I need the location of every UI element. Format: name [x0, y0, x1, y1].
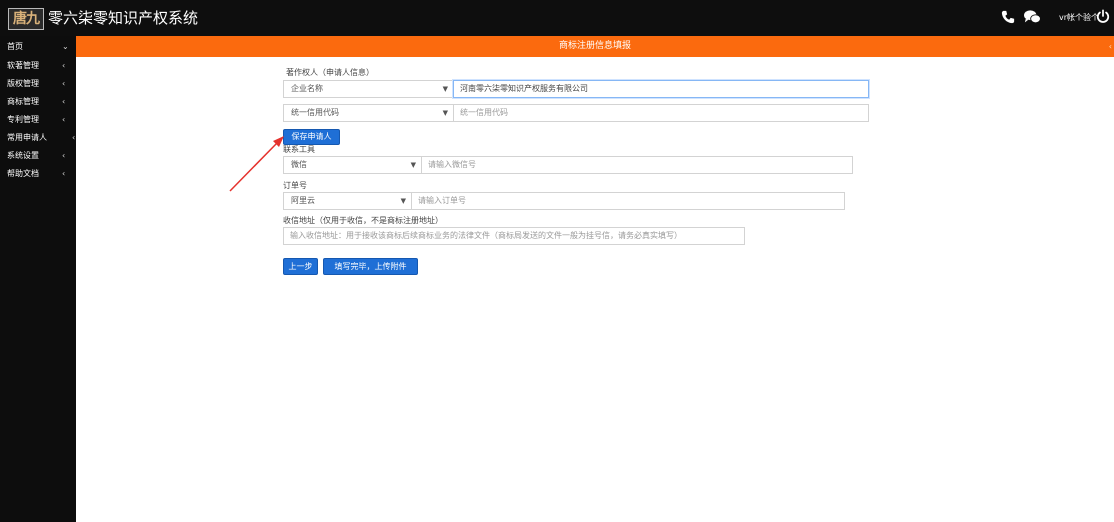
sidebar-item-copyright[interactable]: 版权管理 ‹ — [0, 75, 76, 93]
collapse-edge-icon: ‹ — [1108, 42, 1112, 51]
sidebar-item-label: 系统设置 — [7, 151, 39, 160]
chevron-left-icon: ‹ — [62, 97, 66, 106]
company-name-input[interactable]: 河南零六柒零知识产权服务有限公司 — [453, 80, 869, 98]
sidebar-item-settings[interactable]: 系统设置 ‹ — [0, 147, 76, 165]
app-title: 零六柒零知识产权系统 — [48, 9, 199, 27]
power-icon[interactable] — [1096, 9, 1110, 23]
sidebar-item-home[interactable]: 首页 ⌄ — [0, 36, 76, 57]
chevron-down-icon: ▼ — [442, 85, 448, 93]
app-logo: 唐九 — [8, 8, 44, 30]
chevron-down-icon: ▼ — [410, 161, 416, 169]
user-menu[interactable]: vr帐个验个 — [1059, 12, 1099, 24]
save-applicant-button[interactable]: 保存申请人 — [283, 129, 340, 145]
submit-upload-button[interactable]: 填写完毕，上传附件 — [323, 258, 418, 275]
sidebar-item-label: 软著管理 — [7, 61, 39, 70]
sidebar-item-software-copyright[interactable]: 软著管理 ‹ — [0, 57, 76, 75]
chat-icon[interactable] — [1023, 9, 1041, 25]
sidebar-item-patent[interactable]: 专利管理 ‹ — [0, 111, 76, 129]
chevron-left-icon: ‹ — [62, 151, 66, 160]
order-type-select[interactable]: 阿里云 ▼ — [283, 192, 413, 210]
sidebar-item-label: 帮助文档 — [7, 169, 39, 178]
sidebar-item-label: 商标管理 — [7, 97, 39, 106]
credit-type-select[interactable]: 统一信用代码 ▼ — [283, 104, 455, 122]
chevron-down-icon: ⌄ — [62, 42, 69, 51]
chevron-left-icon: ‹ — [62, 115, 66, 124]
address-input[interactable]: 输入收信地址：用于接收该商标后续商标业务的法律文件（商标局发送的文件一般为挂号信… — [283, 227, 745, 245]
sidebar: 首页 ⌄ 软著管理 ‹ 版权管理 ‹ 商标管理 ‹ 专利管理 ‹ 常用申请人 ‹ 系统设置 ‹… — [0, 36, 76, 522]
address-label: 收信地址（仅用于收信，不是商标注册地址） — [283, 216, 443, 225]
chevron-left-icon: ‹ — [72, 133, 76, 142]
order-label: 订单号 — [283, 181, 307, 190]
chevron-left-icon: ‹ — [62, 61, 66, 70]
page-title-bar: 商标注册信息填报 ‹ — [76, 36, 1114, 57]
sidebar-item-label: 专利管理 — [7, 115, 39, 124]
contact-type-select[interactable]: 微信 ▼ — [283, 156, 423, 174]
order-number-input[interactable]: 请输入订单号 — [411, 192, 845, 210]
main-content: 商标注册信息填报 ‹ 著作权人（申请人信息） 企业名称 ▼ 河南零六柒零知识产权… — [76, 36, 1114, 522]
top-bar: 唐九 零六柒零知识产权系统 vr帐个验个 — [0, 0, 1114, 36]
chevron-left-icon: ‹ — [62, 169, 66, 178]
sidebar-item-label: 版权管理 — [7, 79, 39, 88]
chevron-down-icon: ▼ — [442, 109, 448, 117]
contact-input[interactable]: 请输入微信号 — [421, 156, 853, 174]
phone-icon[interactable] — [1001, 10, 1015, 24]
sidebar-item-label: 首页 — [7, 42, 23, 51]
select-value: 统一信用代码 — [291, 108, 339, 117]
author-label: 著作权人（申请人信息） — [286, 68, 374, 77]
sidebar-item-help[interactable]: 帮助文档 ‹ — [0, 165, 76, 183]
contact-label: 联系工具 — [283, 145, 315, 154]
page-title: 商标注册信息填报 — [558, 41, 631, 51]
credit-code-input[interactable]: 统一信用代码 — [453, 104, 869, 122]
sidebar-item-applicants[interactable]: 常用申请人 ‹ — [0, 129, 76, 147]
sidebar-item-trademark[interactable]: 商标管理 ‹ — [0, 93, 76, 111]
chevron-left-icon: ‹ — [62, 79, 66, 88]
select-value: 企业名称 — [291, 84, 323, 93]
chevron-down-icon: ▼ — [400, 197, 406, 205]
select-value: 微信 — [291, 160, 307, 169]
select-value: 阿里云 — [291, 196, 315, 205]
previous-step-button[interactable]: 上一步 — [283, 258, 318, 275]
company-type-select[interactable]: 企业名称 ▼ — [283, 80, 455, 98]
sidebar-item-label: 常用申请人 — [7, 133, 47, 142]
